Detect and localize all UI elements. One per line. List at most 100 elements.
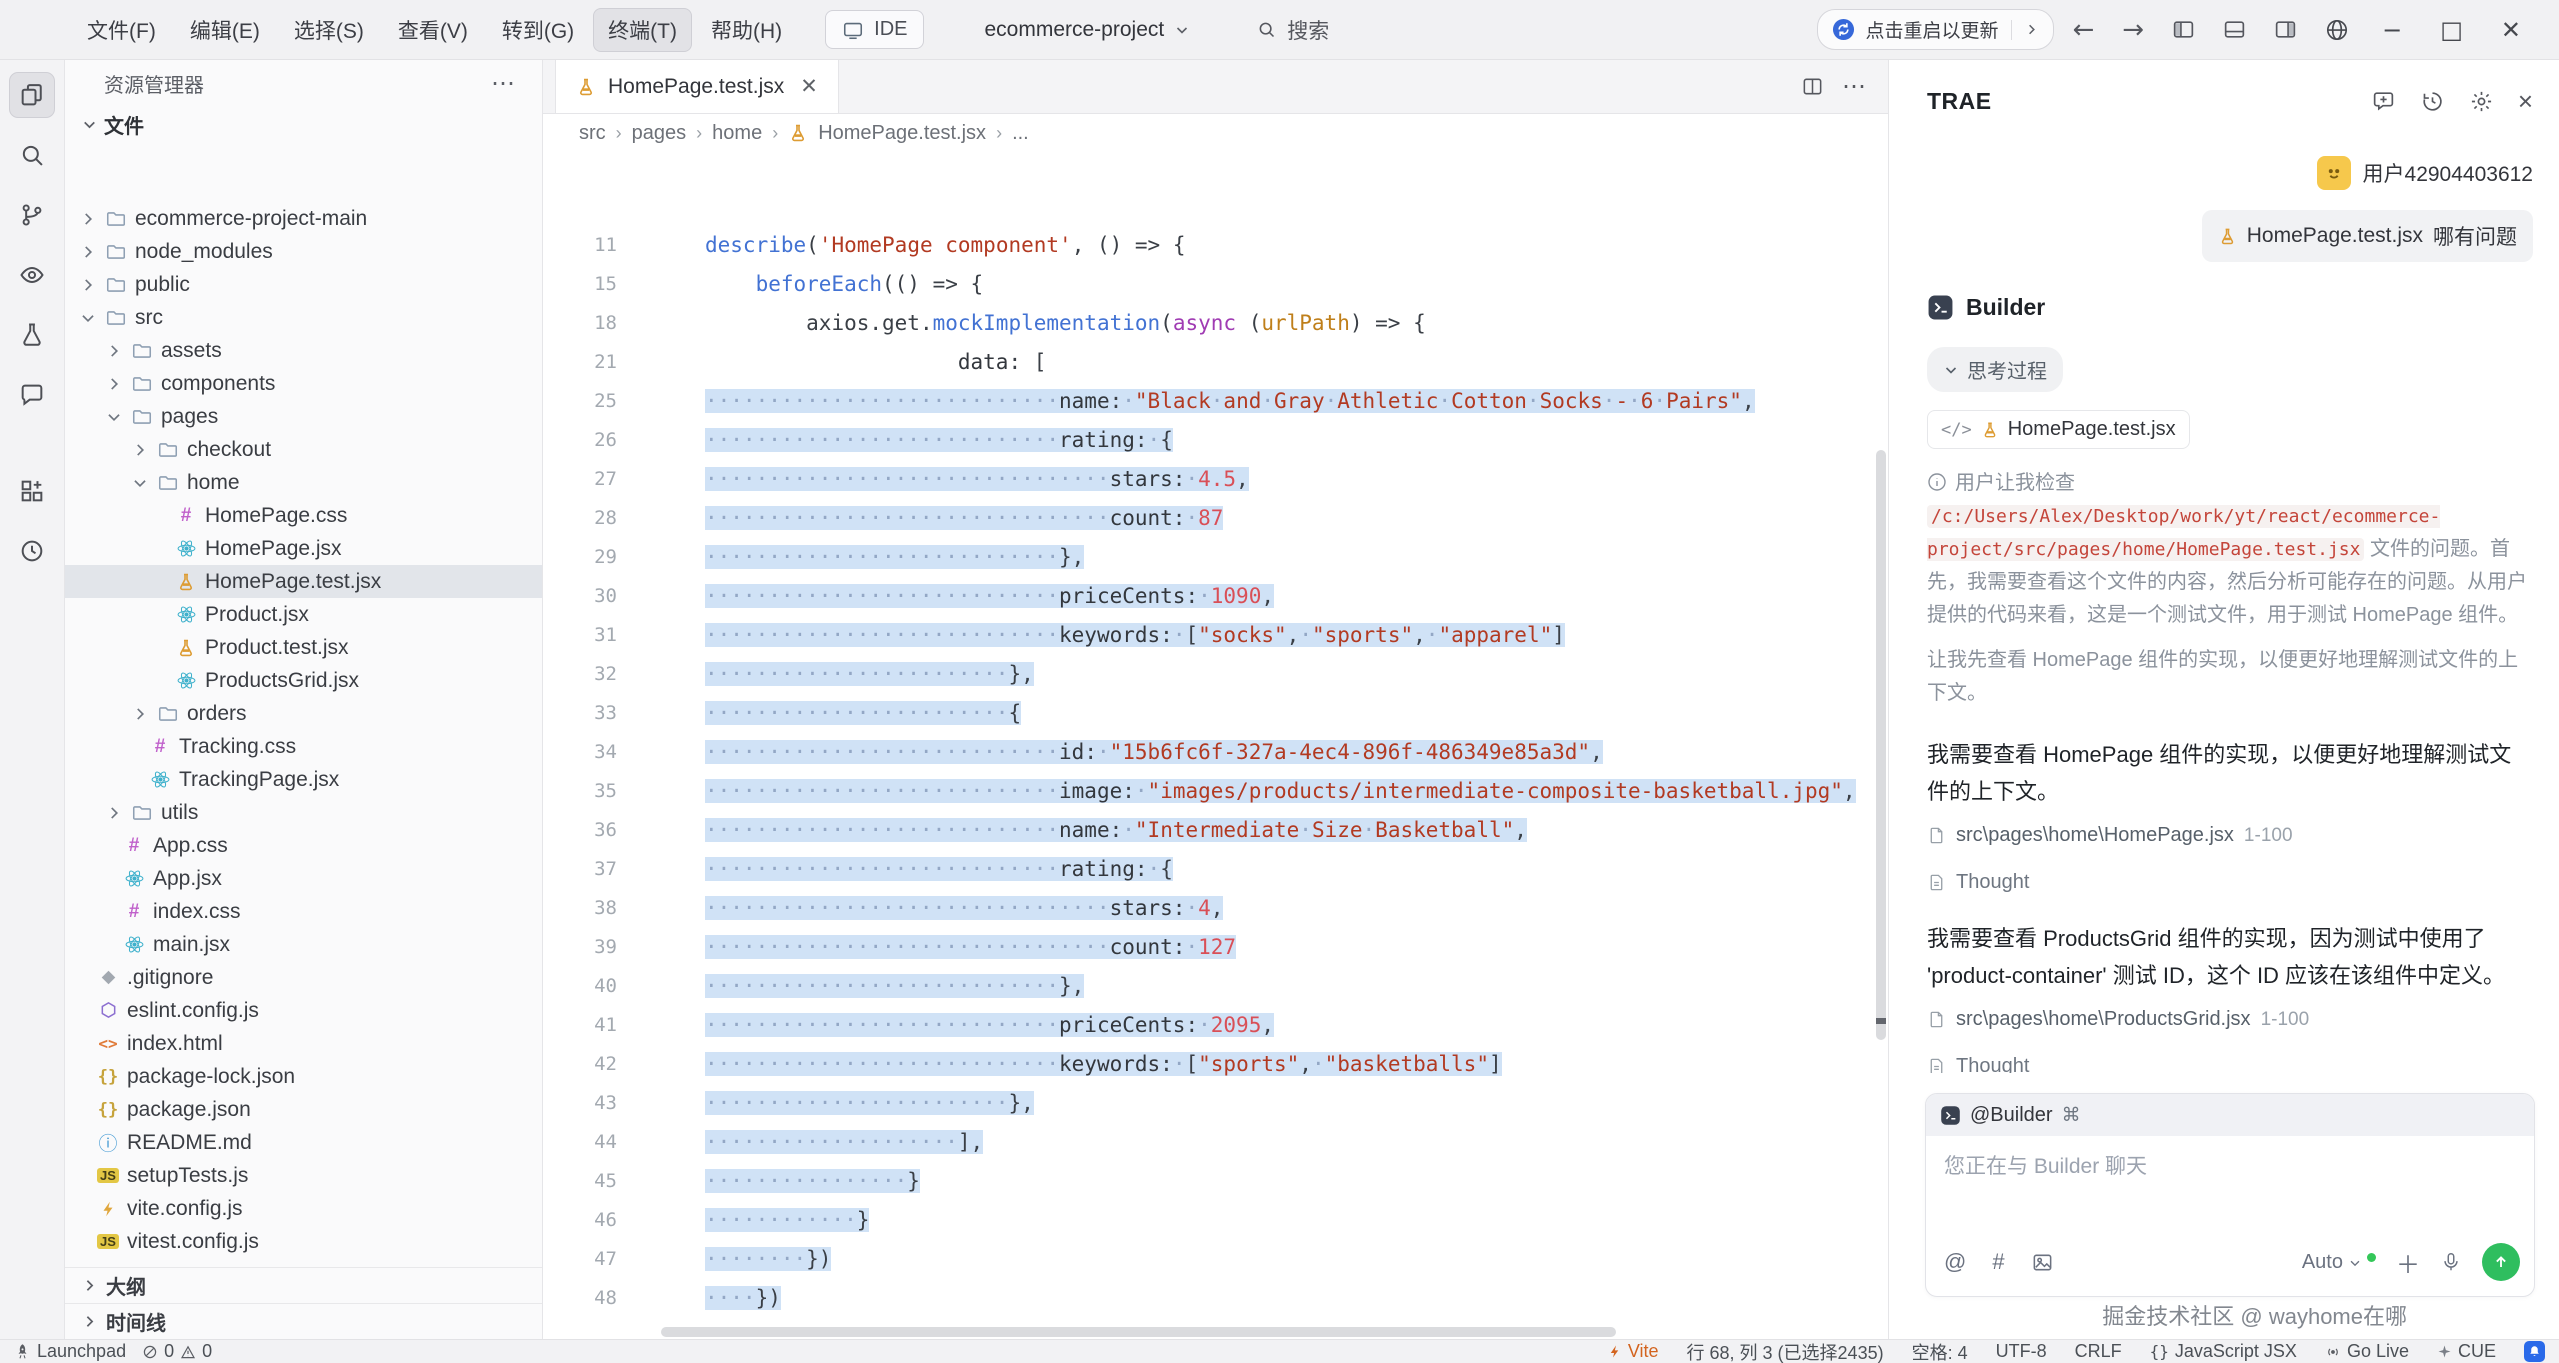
code-text[interactable]: ························{: [643, 694, 1021, 733]
crumb-more[interactable]: ...: [1012, 122, 1029, 145]
account-globe-icon[interactable]: [2316, 17, 2358, 43]
settings-gear-icon[interactable]: [2469, 89, 2494, 114]
new-chat-icon[interactable]: [2371, 89, 2396, 114]
code-text[interactable]: ····························name:·"Black…: [643, 382, 1755, 421]
tree-folder-ecommerce-project-main[interactable]: ecommerce-project-main: [65, 202, 542, 235]
thinking-process-toggle[interactable]: 思考过程: [1927, 347, 2063, 392]
code-line-49[interactable]: 49: [543, 1318, 1874, 1325]
tree-file-HomePage.css[interactable]: #HomePage.css: [65, 499, 542, 532]
menu-item[interactable]: 选择(S): [279, 8, 379, 52]
maximize-button[interactable]: □: [2426, 16, 2477, 44]
send-button[interactable]: [2482, 1243, 2520, 1281]
launchpad-button[interactable]: Launchpad: [14, 1341, 126, 1362]
code-line-43[interactable]: 43························},: [543, 1084, 1874, 1123]
code-text[interactable]: ················}: [643, 1162, 920, 1201]
tree-folder-orders[interactable]: orders: [65, 697, 542, 730]
input-tag[interactable]: @Builder: [1970, 1104, 2053, 1127]
code-text[interactable]: ····}): [643, 1279, 781, 1318]
hash-icon[interactable]: #: [1992, 1249, 2004, 1275]
code-text[interactable]: ········}): [643, 1240, 831, 1279]
code-text[interactable]: ································stars:·4…: [643, 889, 1223, 928]
tree-file-ProductsGrid.jsx[interactable]: ProductsGrid.jsx: [65, 664, 542, 697]
tests-icon[interactable]: [9, 312, 55, 358]
code-line-44[interactable]: 44····················],: [543, 1123, 1874, 1162]
code-line-41[interactable]: 41····························priceCents…: [543, 1006, 1874, 1045]
code-text[interactable]: ····························rating:·{: [643, 850, 1173, 889]
tree-folder-public[interactable]: public: [65, 268, 542, 301]
code-text[interactable]: ····························rating:·{: [643, 421, 1173, 460]
code-line-36[interactable]: 36····························name:·"Int…: [543, 811, 1874, 850]
history-icon[interactable]: [9, 528, 55, 574]
tree-file-Tracking.css[interactable]: #Tracking.css: [65, 730, 542, 763]
code-text[interactable]: ····························name:·"Inter…: [643, 811, 1527, 850]
tree-file-index.css[interactable]: #index.css: [65, 895, 542, 928]
restart-to-update-button[interactable]: 点击重启以更新: [1817, 9, 2053, 50]
tree-folder-assets[interactable]: assets: [65, 334, 542, 367]
file-reference[interactable]: src\pages\home\ProductsGrid.jsx1-100: [1927, 1008, 2533, 1031]
code-text[interactable]: ························},: [643, 655, 1034, 694]
code-line-40[interactable]: 40····························},: [543, 967, 1874, 1006]
code-line-11[interactable]: 11describe('HomePage component', () => {: [543, 226, 1874, 265]
crumb-file[interactable]: HomePage.test.jsx: [818, 122, 986, 145]
code-line-45[interactable]: 45················}: [543, 1162, 1874, 1201]
code-text[interactable]: ························},: [643, 1084, 1034, 1123]
thought-row[interactable]: Thought: [1927, 871, 2533, 894]
code-text[interactable]: ····························},: [643, 967, 1084, 1006]
eol-sequence[interactable]: CRLF: [2075, 1341, 2122, 1362]
code-line-39[interactable]: 39································count:…: [543, 928, 1874, 967]
encoding[interactable]: UTF-8: [1996, 1341, 2047, 1362]
tree-file-Product.jsx[interactable]: Product.jsx: [65, 598, 542, 631]
code-line-46[interactable]: 46············}: [543, 1201, 1874, 1240]
cursor-position[interactable]: 行 68, 列 3 (已选择2435): [1687, 1339, 1884, 1363]
code-line-32[interactable]: 32························},: [543, 655, 1874, 694]
menu-item[interactable]: 转到(G): [487, 8, 589, 52]
image-icon[interactable]: [2031, 1251, 2054, 1274]
toggle-bottom-panel-icon[interactable]: [2214, 17, 2255, 42]
code-line-33[interactable]: 33························{: [543, 694, 1874, 733]
user-message-bubble[interactable]: HomePage.test.jsx 哪有问题: [2202, 210, 2533, 262]
explorer-icon[interactable]: [9, 72, 55, 118]
code-line-35[interactable]: 35····························image:·"im…: [543, 772, 1874, 811]
code-line-29[interactable]: 29····························},: [543, 538, 1874, 577]
project-selector[interactable]: ecommerce-project: [984, 18, 1190, 42]
mention-icon[interactable]: @: [1944, 1249, 1966, 1275]
code-line-38[interactable]: 38································stars:…: [543, 889, 1874, 928]
tree-file-TrackingPage.jsx[interactable]: TrackingPage.jsx: [65, 763, 542, 796]
code-line-31[interactable]: 31····························keywords:·…: [543, 616, 1874, 655]
tree-file-vite.config.js[interactable]: vite.config.js: [65, 1192, 542, 1225]
code-line-42[interactable]: 42····························keywords:·…: [543, 1045, 1874, 1084]
global-search-button[interactable]: 搜索: [1256, 15, 1329, 45]
extensions-icon[interactable]: [9, 468, 55, 514]
forward-button[interactable]: →: [2113, 15, 2153, 45]
close-panel-icon[interactable]: ×: [2518, 86, 2533, 117]
code-text[interactable]: describe('HomePage component', () => {: [643, 226, 1185, 265]
tree-file-setupTests.js[interactable]: JSsetupTests.js: [65, 1159, 542, 1192]
files-section-header[interactable]: 文件: [65, 106, 542, 142]
tab-homepage-test[interactable]: HomePage.test.jsx ✕: [555, 60, 839, 113]
breadcrumb[interactable]: src›pages›home›HomePage.test.jsx›...: [543, 114, 1888, 152]
microphone-icon[interactable]: [2440, 1251, 2462, 1273]
code-line-27[interactable]: 27································stars:…: [543, 460, 1874, 499]
split-editor-icon[interactable]: [1801, 75, 1824, 98]
ide-toggle[interactable]: IDE: [825, 10, 924, 49]
model-auto-selector[interactable]: Auto: [2302, 1251, 2376, 1274]
code-text[interactable]: ····························priceCents:·…: [643, 577, 1274, 616]
tree-file-eslint.config.js[interactable]: eslint.config.js: [65, 994, 542, 1027]
menu-item[interactable]: 编辑(E): [175, 8, 275, 52]
code-line-25[interactable]: 25····························name:·"Bla…: [543, 382, 1874, 421]
code-line-18[interactable]: 18 axios.get.mockImplementation(async (u…: [543, 304, 1874, 343]
tree-file-index.html[interactable]: <>index.html: [65, 1027, 542, 1060]
tree-file-package-lock.json[interactable]: {}package-lock.json: [65, 1060, 542, 1093]
tree-folder-components[interactable]: components: [65, 367, 542, 400]
tree-folder-home[interactable]: home: [65, 466, 542, 499]
code-text[interactable]: ································count:·1…: [643, 928, 1236, 967]
close-tab-icon[interactable]: ✕: [796, 74, 818, 99]
code-text[interactable]: ································count:·8…: [643, 499, 1223, 538]
tree-file-App.css[interactable]: #App.css: [65, 829, 542, 862]
code-line-15[interactable]: 15 beforeEach(() => {: [543, 265, 1874, 304]
indentation[interactable]: 空格: 4: [1912, 1339, 1968, 1363]
tree-file-.gitignore[interactable]: .gitignore: [65, 961, 542, 994]
code-text[interactable]: beforeEach(() => {: [643, 265, 983, 304]
outline-section[interactable]: 大纲: [65, 1267, 542, 1303]
code-text[interactable]: axios.get.mockImplementation(async (urlP…: [643, 304, 1426, 343]
